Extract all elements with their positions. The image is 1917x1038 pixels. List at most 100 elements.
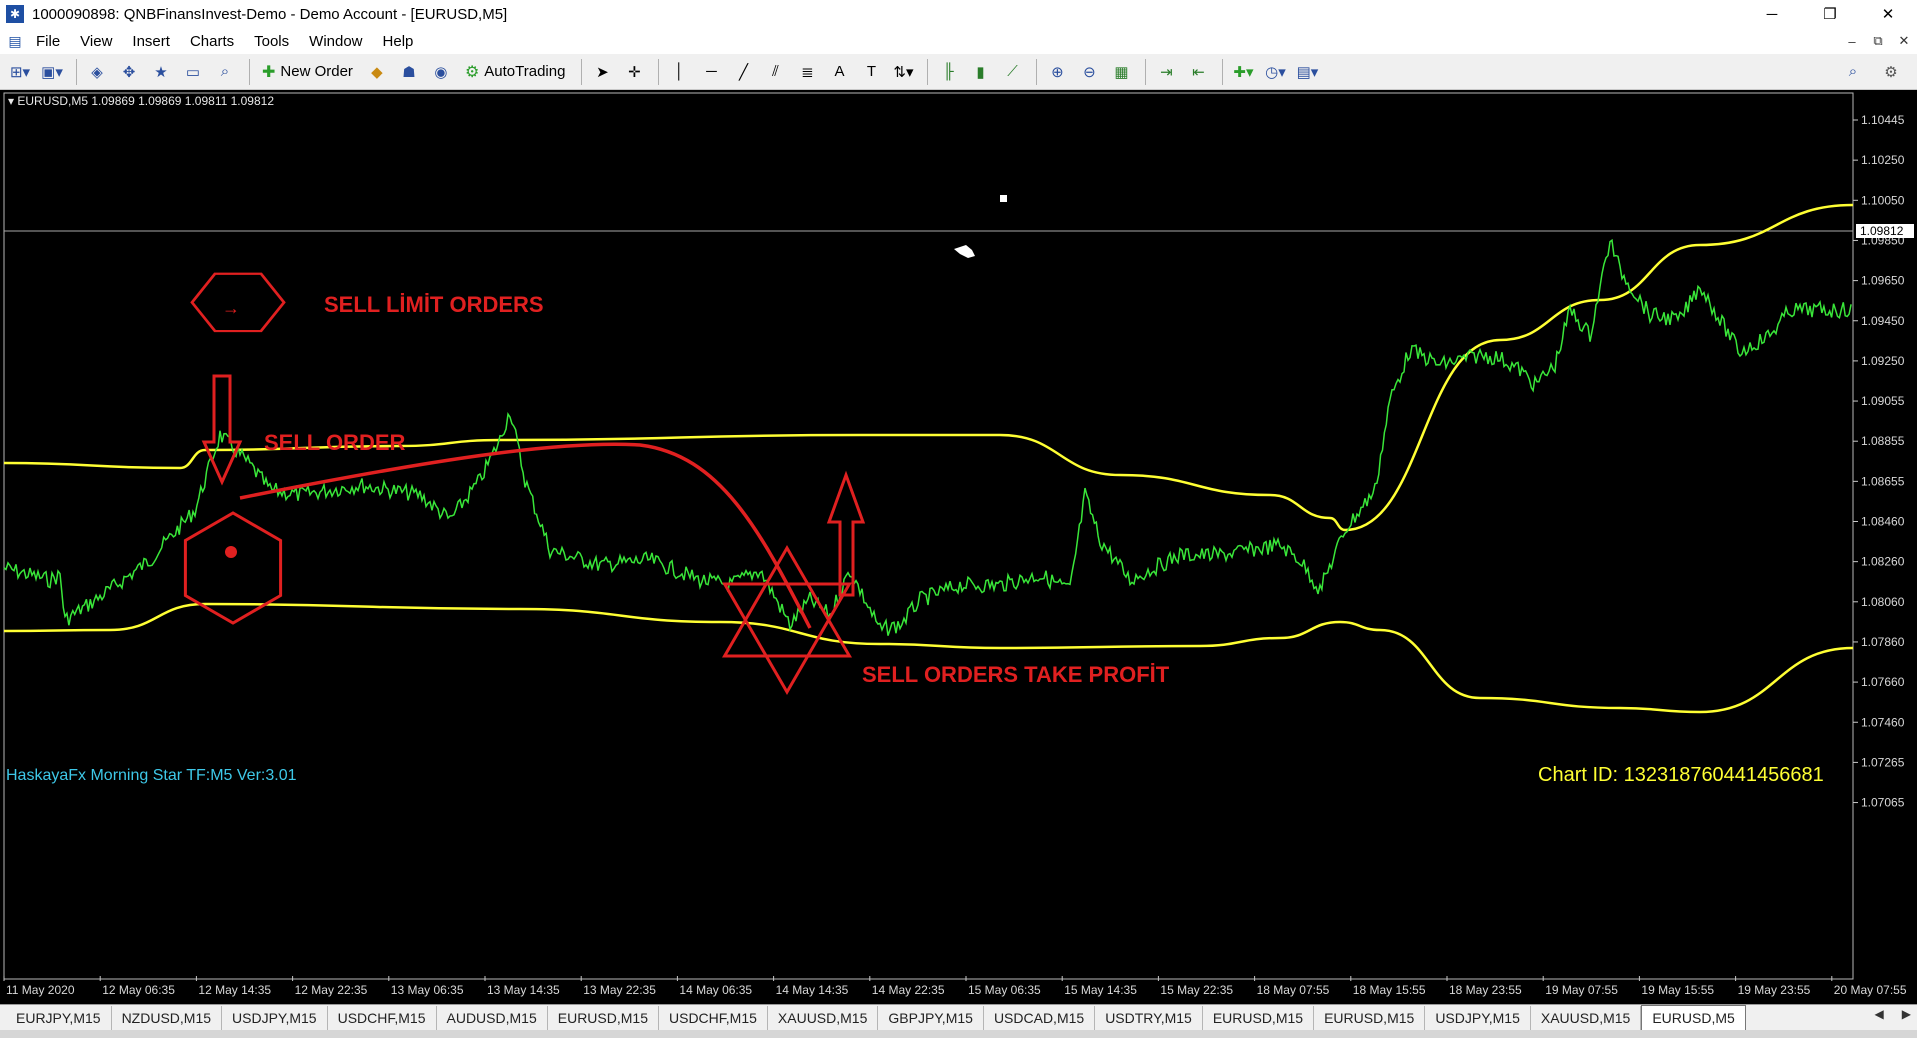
price-label: 1.09450 bbox=[1861, 314, 1905, 328]
candlestick-icon[interactable]: ▮ bbox=[966, 58, 994, 86]
templates-icon[interactable]: ▤▾ bbox=[1293, 58, 1321, 86]
time-label: 12 May 14:35 bbox=[198, 983, 271, 997]
zoom-in-icon[interactable]: ⊕ bbox=[1043, 58, 1071, 86]
tab-eurjpy-m15[interactable]: EURJPY,M15 bbox=[6, 1005, 112, 1030]
navigator-icon[interactable]: ★ bbox=[147, 58, 175, 86]
mdi-close-icon[interactable]: ✕ bbox=[1891, 28, 1917, 54]
signals-icon[interactable]: ☗ bbox=[395, 58, 423, 86]
new-order-button[interactable]: ✚ New Order bbox=[256, 58, 359, 86]
price-label: 1.08855 bbox=[1861, 434, 1905, 448]
white-mark bbox=[954, 245, 975, 258]
tab-xauusd-m15[interactable]: XAUUSD,M15 bbox=[1531, 1005, 1642, 1030]
bar-chart-icon[interactable]: ╟ bbox=[934, 58, 962, 86]
text-label-icon[interactable]: T bbox=[857, 58, 885, 86]
autoscroll-icon[interactable]: ⇥ bbox=[1152, 58, 1180, 86]
tab-eurusd-m15[interactable]: EURUSD,M15 bbox=[1203, 1005, 1315, 1030]
menu-tools[interactable]: Tools bbox=[254, 33, 301, 50]
new-chart-icon[interactable]: ⊞▾ bbox=[6, 58, 34, 86]
price-chart[interactable]: 1.10445 1.10250 1.10050 1.09850 1.09650 1.094… bbox=[0, 90, 1917, 1004]
price-label: 1.07065 bbox=[1861, 796, 1905, 810]
arrows-icon[interactable]: ⇅▾ bbox=[889, 58, 917, 86]
settings-icon[interactable]: ⚙ bbox=[1877, 58, 1905, 86]
tab-eurusd-m15[interactable]: EURUSD,M15 bbox=[548, 1005, 659, 1030]
close-icon[interactable]: ✕ bbox=[1859, 0, 1917, 28]
restore-icon[interactable]: ❐ bbox=[1801, 0, 1859, 28]
menu-charts[interactable]: Charts bbox=[190, 33, 246, 50]
document-icon[interactable]: ▤ bbox=[6, 32, 24, 50]
periods-icon[interactable]: ◷▾ bbox=[1261, 58, 1289, 86]
tab-nzdusd-m15[interactable]: NZDUSD,M15 bbox=[112, 1005, 223, 1030]
sell-limit-label: SELL LİMİT ORDERS bbox=[324, 292, 544, 317]
minimize-icon[interactable]: ─ bbox=[1743, 0, 1801, 28]
chart-shift-icon[interactable]: ⇤ bbox=[1184, 58, 1212, 86]
line-chart-icon[interactable]: ⟋ bbox=[998, 58, 1026, 86]
entry-dot bbox=[225, 546, 237, 558]
search-icon[interactable]: ⌕ bbox=[1839, 58, 1867, 86]
menu-help[interactable]: Help bbox=[383, 33, 426, 50]
chart-canvas: 1.104451.102501.100501.098501.096501.094… bbox=[3, 92, 1914, 997]
metaeditor-icon[interactable]: ◆ bbox=[363, 58, 391, 86]
time-label: 18 May 23:55 bbox=[1449, 983, 1522, 997]
arrow-right-icon: → bbox=[222, 298, 240, 318]
indicators-icon[interactable]: ✚▾ bbox=[1229, 58, 1257, 86]
title-bar: ✱ 1000090898: QNBFinansInvest-Demo - Dem… bbox=[0, 0, 1917, 28]
take-profit-star bbox=[722, 582, 852, 695]
time-label: 18 May 07:55 bbox=[1257, 983, 1330, 997]
tab-gbpjpy-m15[interactable]: GBPJPY,M15 bbox=[878, 1005, 984, 1030]
menu-insert[interactable]: Insert bbox=[132, 33, 182, 50]
toolbar-separator bbox=[658, 58, 660, 85]
tab-right-icon[interactable]: ▶ bbox=[1902, 1007, 1911, 1021]
mdi-restore-icon[interactable]: ⧉ bbox=[1865, 28, 1891, 54]
tab-xauusd-m15[interactable]: XAUUSD,M15 bbox=[768, 1005, 879, 1030]
time-label: 15 May 22:35 bbox=[1160, 983, 1233, 997]
tab-eurusd-m15[interactable]: EURUSD,M15 bbox=[1314, 1005, 1426, 1030]
fibonacci-icon[interactable]: ≣ bbox=[793, 58, 821, 86]
cursor-icon[interactable]: ➤ bbox=[588, 58, 616, 86]
menu-view[interactable]: View bbox=[80, 33, 124, 50]
data-window-icon[interactable]: ✥ bbox=[115, 58, 143, 86]
tab-audusd-m15[interactable]: AUDUSD,M15 bbox=[437, 1005, 548, 1030]
toolbar-separator bbox=[1222, 58, 1224, 85]
tab-usdtry-m15[interactable]: USDTRY,M15 bbox=[1095, 1005, 1203, 1030]
autotrading-label: AutoTrading bbox=[484, 63, 566, 80]
tab-usdjpy-m15[interactable]: USDJPY,M15 bbox=[1425, 1005, 1531, 1030]
menu-window[interactable]: Window bbox=[309, 33, 374, 50]
price-label: 1.10050 bbox=[1861, 193, 1905, 207]
market-icon[interactable]: ◉ bbox=[427, 58, 455, 86]
horizontal-line-icon[interactable]: ─ bbox=[697, 58, 725, 86]
text-tool-icon[interactable]: A bbox=[825, 58, 853, 86]
strategy-tester-icon[interactable]: ⌕ bbox=[211, 58, 239, 86]
price-label: 1.08060 bbox=[1861, 595, 1905, 609]
menu-file[interactable]: File bbox=[36, 33, 72, 50]
terminal-icon[interactable]: ▭ bbox=[179, 58, 207, 86]
tab-eurusd-m5[interactable]: EURUSD,M5 bbox=[1641, 1005, 1746, 1030]
time-label: 20 May 07:55 bbox=[1834, 983, 1907, 997]
profiles-icon[interactable]: ▣▾ bbox=[38, 58, 66, 86]
time-label: 12 May 22:35 bbox=[295, 983, 368, 997]
tab-usdchf-m15[interactable]: USDCHF,M15 bbox=[659, 1005, 768, 1030]
market-watch-icon[interactable]: ◈ bbox=[83, 58, 111, 86]
window-title: 1000090898: QNBFinansInvest-Demo - Demo … bbox=[32, 5, 508, 23]
zoom-out-icon[interactable]: ⊖ bbox=[1075, 58, 1103, 86]
time-label: 14 May 22:35 bbox=[872, 983, 945, 997]
channel-icon[interactable]: ⫽ bbox=[761, 58, 789, 86]
mdi-minimize-icon[interactable]: – bbox=[1839, 28, 1865, 54]
time-label: 15 May 14:35 bbox=[1064, 983, 1137, 997]
mdi-controls: – ⧉ ✕ bbox=[1839, 28, 1917, 54]
toolbar-separator bbox=[581, 58, 583, 85]
tab-usdjpy-m15[interactable]: USDJPY,M15 bbox=[222, 1005, 328, 1030]
trendline-icon[interactable]: ╱ bbox=[729, 58, 757, 86]
time-label: 15 May 06:35 bbox=[968, 983, 1041, 997]
new-order-label: New Order bbox=[280, 63, 353, 80]
tile-windows-icon[interactable]: ▦ bbox=[1107, 58, 1135, 86]
autotrading-icon: ⚙ bbox=[464, 63, 480, 81]
vertical-line-icon[interactable]: │ bbox=[665, 58, 693, 86]
time-label: 13 May 22:35 bbox=[583, 983, 656, 997]
crosshair-icon[interactable]: ✛ bbox=[620, 58, 648, 86]
tab-left-icon[interactable]: ◀ bbox=[1875, 1007, 1884, 1021]
tab-usdcad-m15[interactable]: USDCAD,M15 bbox=[984, 1005, 1096, 1030]
time-label: 19 May 23:55 bbox=[1738, 983, 1811, 997]
tab-usdchf-m15[interactable]: USDCHF,M15 bbox=[328, 1005, 437, 1030]
toolbar-separator bbox=[927, 58, 929, 85]
autotrading-button[interactable]: ⚙ AutoTrading bbox=[459, 58, 572, 86]
